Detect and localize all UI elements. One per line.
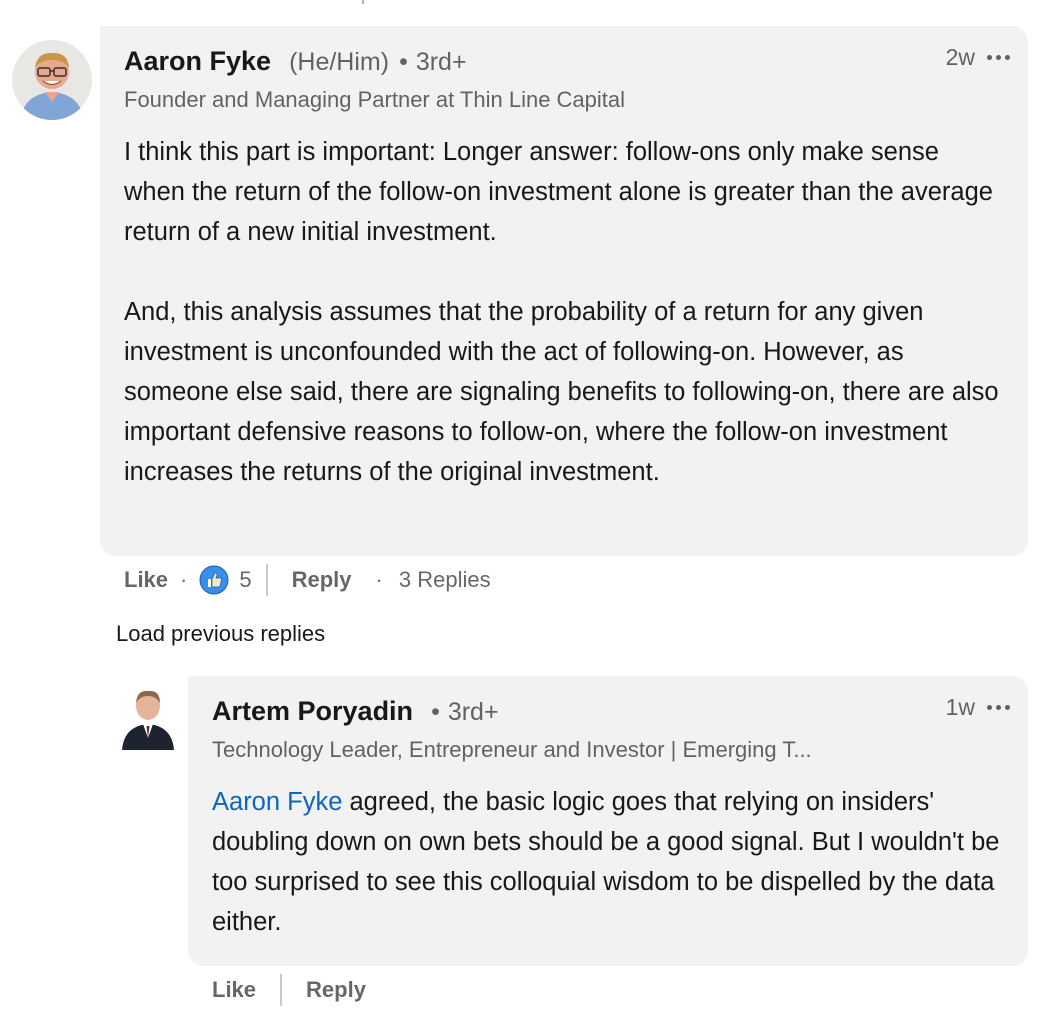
reply-author-row: Artem Poryadin • 3rd+ bbox=[212, 696, 499, 727]
comment-meta: 2w bbox=[946, 44, 1012, 71]
author-name[interactable]: Artem Poryadin bbox=[212, 696, 413, 727]
load-previous-replies-button[interactable]: Load previous replies bbox=[116, 621, 325, 647]
thread-line bbox=[362, 0, 364, 4]
reply-actions: Like Reply bbox=[212, 972, 366, 1008]
mention-link[interactable]: Aaron Fyke bbox=[212, 788, 342, 816]
author-name[interactable]: Aaron Fyke bbox=[124, 46, 271, 77]
avatar[interactable] bbox=[12, 40, 92, 120]
author-pronouns: (He/Him) bbox=[289, 48, 390, 76]
avatar[interactable] bbox=[120, 686, 176, 750]
like-button[interactable]: Like bbox=[212, 977, 256, 1003]
like-button[interactable]: Like bbox=[124, 567, 168, 593]
divider bbox=[265, 564, 268, 596]
reply-button[interactable]: Reply bbox=[306, 977, 366, 1003]
connection-degree: • 3rd+ bbox=[399, 48, 467, 77]
comment-actions: Like · 5 Reply · 3 Replies bbox=[124, 562, 491, 598]
reply-button[interactable]: Reply bbox=[292, 567, 352, 593]
divider bbox=[280, 974, 283, 1006]
connection-degree-label: 3rd+ bbox=[415, 48, 467, 76]
reply-timestamp: 1w bbox=[945, 694, 975, 720]
connection-degree-label: 3rd+ bbox=[447, 698, 499, 726]
separator-dot: • bbox=[399, 48, 408, 76]
reply-bubble: Artem Poryadin • 3rd+ Technology Leader, … bbox=[188, 676, 1028, 966]
comment-author-row: Aaron Fyke (He/Him) • 3rd+ bbox=[124, 46, 467, 77]
comment-text: I think this part is important: Longer a… bbox=[124, 138, 999, 486]
more-horizontal-icon[interactable] bbox=[985, 51, 1012, 64]
comment-timestamp: 2w bbox=[945, 44, 975, 70]
author-headline: Founder and Managing Partner at Thin Lin… bbox=[124, 87, 626, 112]
reply-text: Aaron Fyke agreed, the basic logic goes … bbox=[212, 782, 1012, 942]
replies-count-link[interactable]: 3 Replies bbox=[399, 567, 491, 593]
comment-bubble: Aaron Fyke (He/Him) • 3rd+ Founder and Ma… bbox=[100, 26, 1028, 556]
more-horizontal-icon[interactable] bbox=[985, 701, 1012, 714]
connection-degree: • 3rd+ bbox=[431, 698, 499, 727]
reaction-count[interactable]: 5 bbox=[239, 567, 251, 593]
reply-meta: 1w bbox=[946, 694, 1012, 721]
like-reaction-icon[interactable] bbox=[199, 565, 229, 595]
separator-dot: · bbox=[375, 567, 383, 592]
author-headline: Technology Leader, Entrepreneur and Inve… bbox=[212, 737, 812, 762]
separator-dot: • bbox=[431, 698, 440, 726]
separator-dot: · bbox=[180, 567, 188, 592]
